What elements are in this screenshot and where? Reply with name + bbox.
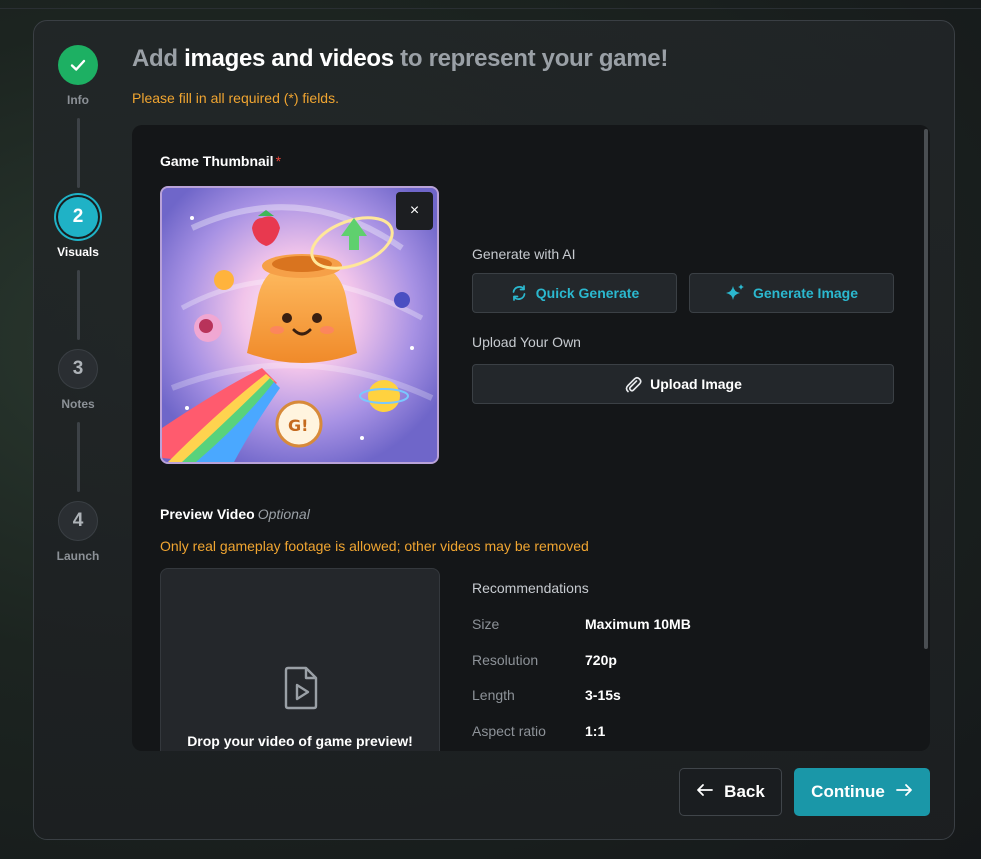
upload-image-label: Upload Image [650, 376, 742, 392]
remove-thumbnail-button[interactable]: × [396, 192, 433, 230]
upload-image-button[interactable]: Upload Image [472, 364, 894, 404]
sparkle-icon [725, 283, 745, 303]
arrow-left-icon [696, 782, 714, 802]
quick-generate-label: Quick Generate [535, 285, 640, 301]
svg-text:G!: G! [288, 416, 308, 435]
optional-tag: Optional [257, 506, 310, 522]
video-dropzone[interactable]: Drop your video of game preview! [160, 568, 440, 751]
title-prefix: Add [132, 45, 178, 72]
preview-video-label: Preview Video Optional [160, 506, 310, 522]
step-label: Visuals [57, 245, 99, 259]
back-label: Back [724, 782, 765, 801]
generate-ai-label: Generate with AI [472, 246, 576, 262]
page-title: Add images and videos to represent your … [132, 45, 668, 73]
step-label: Launch [56, 549, 100, 563]
step-visuals[interactable]: 2 Visuals [48, 197, 108, 259]
rec-key-length: Length [472, 687, 515, 703]
rec-value-resolution: 720p [585, 652, 617, 668]
stepper-connector [77, 118, 80, 188]
rec-value-size: Maximum 10MB [585, 616, 691, 632]
generate-image-label: Generate Image [752, 285, 859, 301]
arrow-right-icon [895, 782, 913, 802]
thumbnail-label: Game Thumbnail * [160, 153, 281, 169]
step-number: 2 [58, 197, 98, 237]
rec-key-size: Size [472, 616, 500, 632]
scrollbar-thumb[interactable] [924, 129, 928, 649]
generate-image-button[interactable]: Generate Image [689, 273, 894, 313]
gameplay-warning: Only real gameplay footage is allowed; o… [160, 538, 589, 554]
step-notes[interactable]: 3 Notes [48, 349, 108, 411]
rec-key-resolution: Resolution [472, 652, 539, 668]
step-info[interactable]: Info [48, 45, 108, 107]
step-label: Notes [61, 397, 95, 411]
required-fields-note: Please fill in all required (*) fields. [132, 90, 339, 106]
step-number: 3 [58, 349, 98, 389]
stepper-connector [77, 270, 80, 340]
thumbnail-label-text: Game Thumbnail [160, 153, 274, 169]
title-suffix: to represent your game! [400, 45, 669, 72]
required-star: * [275, 153, 282, 169]
upload-own-label: Upload Your Own [472, 334, 581, 350]
dropzone-text: Drop your video of game preview! [187, 733, 413, 749]
step-label: Info [67, 93, 89, 107]
refresh-icon [510, 284, 528, 302]
close-icon: × [409, 202, 420, 219]
continue-label: Continue [811, 782, 885, 801]
quick-generate-button[interactable]: Quick Generate [472, 273, 677, 313]
step-launch[interactable]: 4 Launch [48, 501, 108, 563]
check-icon [58, 45, 98, 85]
back-button[interactable]: Back [679, 768, 782, 816]
step-number: 4 [58, 501, 98, 541]
stepper-connector [77, 422, 80, 492]
top-divider [0, 8, 981, 9]
rec-value-aspect-ratio: 1:1 [585, 723, 606, 739]
title-highlight: images and videos [184, 45, 394, 72]
recommendations-title: Recommendations [472, 580, 589, 596]
rec-value-length: 3-15s [585, 687, 621, 703]
rec-key-aspect-ratio: Aspect ratio [472, 723, 546, 739]
video-file-icon [282, 666, 320, 715]
paperclip-icon [624, 375, 642, 393]
continue-button[interactable]: Continue [794, 768, 930, 816]
visuals-form-card: Game Thumbnail * G! × Generate with AI Q… [132, 125, 930, 751]
preview-video-label-text: Preview Video [160, 506, 255, 522]
